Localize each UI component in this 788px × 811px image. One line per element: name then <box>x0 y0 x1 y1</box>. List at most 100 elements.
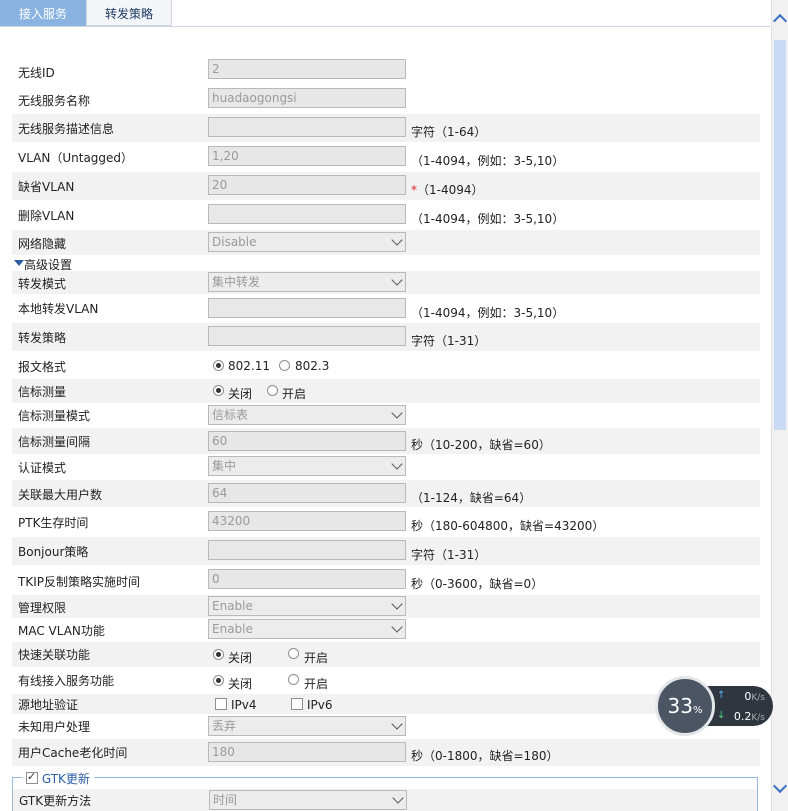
label-gtk-method: GTK更新方法 <box>19 794 92 808</box>
row-delete-vlan: 删除VLAN （1-4094，例如：3-5,10） <box>12 201 760 229</box>
download-speed: 0.2K/s <box>734 710 765 723</box>
network-speed-widget[interactable]: 33% ↑ ↓ 0K/s 0.2K/s <box>655 676 775 736</box>
radio-wired-off-label: 关闭 <box>228 677 253 691</box>
chevron-down-icon <box>391 458 403 470</box>
radio-wired-on[interactable] <box>288 674 299 685</box>
max-users-input: 64 <box>208 483 406 503</box>
usage-percent: 33 <box>667 694 693 718</box>
local-vlan-input[interactable] <box>208 298 406 318</box>
tkip-input: 0 <box>208 569 406 589</box>
row-wired-access: 有线接入服务功能 关闭 开启 <box>12 668 760 693</box>
row-ptk-lifetime: PTK生存时间 43200 秒（180-604800，缺省=43200） <box>12 508 760 536</box>
network-hide-select[interactable]: Disable <box>208 232 406 252</box>
radio-wired-off[interactable] <box>213 675 224 686</box>
radio-8023[interactable] <box>279 360 290 371</box>
bonjour-input[interactable] <box>208 540 406 560</box>
radio-beacon-off-label: 关闭 <box>228 387 253 401</box>
radio-beacon-on[interactable] <box>267 385 278 396</box>
radio-fast-off[interactable] <box>213 649 224 660</box>
label-max-users: 关联最大用户数 <box>18 488 103 502</box>
usage-percent-unit: % <box>692 705 703 716</box>
label-wireless-id: 无线ID <box>18 66 55 80</box>
tab-forward-policy[interactable]: 转发策略 <box>86 0 172 26</box>
label-src-verify: 源地址验证 <box>18 698 79 712</box>
radio-fast-on[interactable] <box>288 648 299 659</box>
tab-access-service[interactable]: 接入服务 <box>0 0 86 26</box>
chevron-down-icon <box>392 792 404 804</box>
gtk-checkbox[interactable] <box>26 770 38 784</box>
row-gtk-method: GTK更新方法 时间 <box>13 789 757 811</box>
row-service-desc: 无线服务描述信息 字符（1-64） <box>12 114 760 142</box>
forward-policy-input[interactable] <box>208 326 406 346</box>
gtk-method-select[interactable]: 时间 <box>209 790 407 810</box>
usage-circle: 33% <box>655 676 715 736</box>
row-mgmt: 管理权限 Enable <box>12 595 760 618</box>
label-forward-policy: 转发策略 <box>18 331 67 345</box>
scroll-up-arrow-icon[interactable] <box>772 13 788 29</box>
radio-beacon-off[interactable] <box>213 385 224 396</box>
row-frame-format: 报文格式 802.11 802.3 <box>12 354 760 378</box>
row-beacon-measure: 信标测量 关闭 开启 <box>12 379 760 403</box>
mac-vlan-select[interactable]: Enable <box>208 619 406 639</box>
radio-80211[interactable] <box>213 360 224 371</box>
beacon-interval-input: 60 <box>208 431 406 451</box>
download-speed-unit: K/s <box>751 713 765 723</box>
scrollbar-thumb[interactable] <box>774 40 786 430</box>
row-cache-age: 用户Cache老化时间 180 秒（0-1800，缺省=180） <box>12 739 760 766</box>
checkbox-ipv4[interactable] <box>215 698 227 710</box>
row-default-vlan: 缺省VLAN 20 *（1-4094） <box>12 172 760 200</box>
label-default-vlan: 缺省VLAN <box>18 180 75 194</box>
gtk-legend: GTK更新 <box>22 770 94 786</box>
upload-speed: 0K/s <box>744 690 765 703</box>
chevron-down-icon <box>391 718 403 730</box>
radio-fast-on-label: 开启 <box>304 651 329 665</box>
row-service-name: 无线服务名称 huadaogongsi <box>12 87 760 111</box>
label-auth-mode: 认证模式 <box>18 461 67 475</box>
max-users-hint: （1-124，缺省=64） <box>411 491 532 505</box>
mgmt-select[interactable]: Enable <box>208 596 406 616</box>
wireless-id-input: 2 <box>208 59 406 79</box>
radio-80211-label: 802.11 <box>228 359 270 373</box>
label-fast-assoc: 快速关联功能 <box>18 648 91 662</box>
row-local-vlan: 本地转发VLAN （1-4094，例如：3-5,10） <box>12 295 760 323</box>
chevron-down-icon <box>391 234 403 246</box>
label-service-desc: 无线服务描述信息 <box>18 122 115 136</box>
forward-policy-hint: 字符（1-31） <box>411 334 487 348</box>
service-name-input: huadaogongsi <box>208 88 406 108</box>
scroll-down-arrow-icon[interactable] <box>772 778 788 794</box>
forward-mode-value: 集中转发 <box>212 275 261 289</box>
radio-beacon-on-label: 开启 <box>282 387 307 401</box>
forward-mode-select[interactable]: 集中转发 <box>208 272 406 292</box>
row-tkip: TKIP反制策略实施时间 0 秒（0-3600，缺省=0） <box>12 566 760 594</box>
gtk-title: GTK更新 <box>41 772 90 786</box>
gtk-method-value: 时间 <box>213 793 238 807</box>
network-hide-value: Disable <box>212 235 257 249</box>
row-network-hide: 网络隐藏 Disable <box>12 230 760 255</box>
beacon-mode-select[interactable]: 信标表 <box>208 405 406 425</box>
label-frame-format: 报文格式 <box>18 360 67 374</box>
collapse-triangle-icon[interactable] <box>14 260 24 266</box>
label-beacon-mode: 信标测量模式 <box>18 409 91 423</box>
service-desc-input[interactable] <box>208 117 406 137</box>
label-beacon-measure: 信标测量 <box>18 385 67 399</box>
label-local-vlan: 本地转发VLAN <box>18 302 99 316</box>
chevron-down-icon <box>391 621 403 633</box>
upload-arrow-icon: ↑ <box>717 690 726 701</box>
label-wired-access: 有线接入服务功能 <box>18 674 115 688</box>
row-fast-assoc: 快速关联功能 关闭 开启 <box>12 642 760 667</box>
label-forward-mode: 转发模式 <box>18 277 67 291</box>
auth-mode-select[interactable]: 集中 <box>208 456 406 476</box>
label-cache-age: 用户Cache老化时间 <box>18 746 128 760</box>
label-tkip: TKIP反制策略实施时间 <box>18 575 140 589</box>
mac-vlan-value: Enable <box>212 622 253 636</box>
tab-bar: 接入服务 转发策略 <box>0 0 770 27</box>
unknown-user-select[interactable]: 丢弃 <box>208 716 406 736</box>
download-speed-value: 0.2 <box>733 710 752 723</box>
tkip-hint: 秒（0-3600，缺省=0） <box>411 577 544 591</box>
row-forward-policy: 转发策略 字符（1-31） <box>12 323 760 351</box>
unknown-user-value: 丢弃 <box>212 719 237 733</box>
checkbox-ipv6[interactable] <box>291 698 303 710</box>
label-unknown-user: 未知用户处理 <box>18 720 91 734</box>
delete-vlan-input[interactable] <box>208 204 406 224</box>
row-wireless-id: 无线ID 2 <box>12 58 760 82</box>
